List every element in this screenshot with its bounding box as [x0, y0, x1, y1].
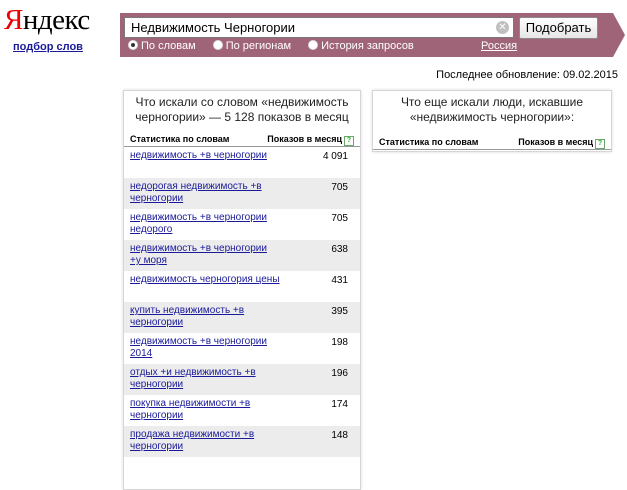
col-count-label: Показов в месяц: [518, 137, 593, 147]
help-icon[interactable]: ?: [344, 136, 354, 146]
phrase-link[interactable]: купить недвижимость +в черногории: [130, 305, 280, 333]
table-header: Статистика по словам Показов в месяц?: [373, 136, 611, 150]
radio-label: По регионам: [225, 40, 292, 52]
impressions-count: 705: [331, 182, 348, 193]
impressions-count: 705: [331, 213, 348, 224]
table-header: Статистика по словам Показов в месяц?: [124, 133, 360, 146]
radio-label: По словам: [141, 40, 196, 52]
search-box[interactable]: ✕: [124, 17, 514, 38]
logo-letter: Я: [4, 4, 23, 36]
wordstat-link[interactable]: подбор слов: [13, 41, 83, 53]
region-link[interactable]: Россия: [481, 40, 517, 52]
phrase-link[interactable]: недвижимость черногория цены: [130, 274, 280, 302]
table-body: недвижимость +в черногории 4 091 недорогая…: [124, 146, 360, 457]
radio-by-regions[interactable]: По регионам: [212, 40, 292, 52]
submit-button[interactable]: Подобрать: [519, 17, 598, 39]
phrase-link[interactable]: продажа недвижимости +в черногории: [130, 429, 280, 457]
radio-by-words[interactable]: По словам: [128, 40, 196, 52]
table-row: отдых +и недвижимость +в черногории 196: [124, 364, 360, 395]
table-row: недвижимость +в черногории недорого 705: [124, 209, 360, 240]
logo-text: ндекс: [22, 4, 90, 36]
impressions-count: 638: [331, 244, 348, 255]
impressions-count: 395: [331, 306, 348, 317]
table-row: недвижимость +в черногории +у моря 638: [124, 240, 360, 271]
radio-icon: [212, 40, 223, 50]
related-panel-title: Что еще искали люди, искавшие «недвижимо…: [400, 95, 584, 124]
col-phrase-header: Статистика по словам: [379, 137, 479, 147]
table-row: недвижимость +в черногории 4 091: [124, 147, 360, 178]
table-row: недвижимость черногория цены 431: [124, 271, 360, 302]
table-row: продажа недвижимости +в черногории 148: [124, 426, 360, 457]
impressions-count: 4 091: [322, 151, 348, 162]
radio-icon: [308, 40, 319, 50]
col-count-header: Показов в месяц?: [518, 136, 605, 149]
phrase-link[interactable]: недвижимость +в черногории: [130, 150, 280, 178]
impressions-count: 198: [331, 337, 348, 348]
words-panel: Что искали со словом «недвижимость черно…: [123, 90, 361, 490]
clear-icon[interactable]: ✕: [496, 21, 509, 34]
phrase-link[interactable]: отдых +и недвижимость +в черногории: [130, 367, 280, 395]
col-count-label: Показов в месяц: [267, 134, 342, 144]
search-mode-group: По словам По регионам История запросов: [128, 40, 428, 52]
phrase-link[interactable]: недвижимость +в черногории 2014: [130, 336, 280, 364]
radio-query-history[interactable]: История запросов: [308, 40, 414, 52]
phrase-link[interactable]: покупка недвижимости +в черногории: [130, 398, 280, 426]
table-row: недвижимость +в черногории 2014 198: [124, 333, 360, 364]
last-update: Последнее обновление: 09.02.2015: [436, 69, 618, 81]
col-phrase-header: Статистика по словам: [130, 134, 230, 144]
phrase-link[interactable]: недвижимость +в черногории +у моря: [130, 243, 280, 271]
yandex-logo[interactable]: Яндекс: [4, 6, 90, 35]
related-panel: Что еще искали люди, искавшие «недвижимо…: [372, 90, 612, 152]
impressions-count: 148: [331, 430, 348, 441]
impressions-count: 431: [331, 275, 348, 286]
words-panel-title: Что искали со словом «недвижимость черно…: [135, 95, 349, 124]
radio-label: История запросов: [321, 40, 414, 52]
phrase-link[interactable]: недвижимость +в черногории недорого: [130, 212, 280, 240]
help-icon[interactable]: ?: [595, 139, 605, 149]
search-input[interactable]: [125, 18, 497, 37]
table-row: покупка недвижимости +в черногории 174: [124, 395, 360, 426]
table-row: недорогая недвижимость +в черногории 705: [124, 178, 360, 209]
table-row: купить недвижимость +в черногории 395: [124, 302, 360, 333]
phrase-link[interactable]: недорогая недвижимость +в черногории: [130, 181, 280, 209]
impressions-count: 174: [331, 399, 348, 410]
col-count-header: Показов в месяц?: [267, 133, 354, 146]
impressions-count: 196: [331, 368, 348, 379]
radio-icon: [128, 40, 138, 50]
